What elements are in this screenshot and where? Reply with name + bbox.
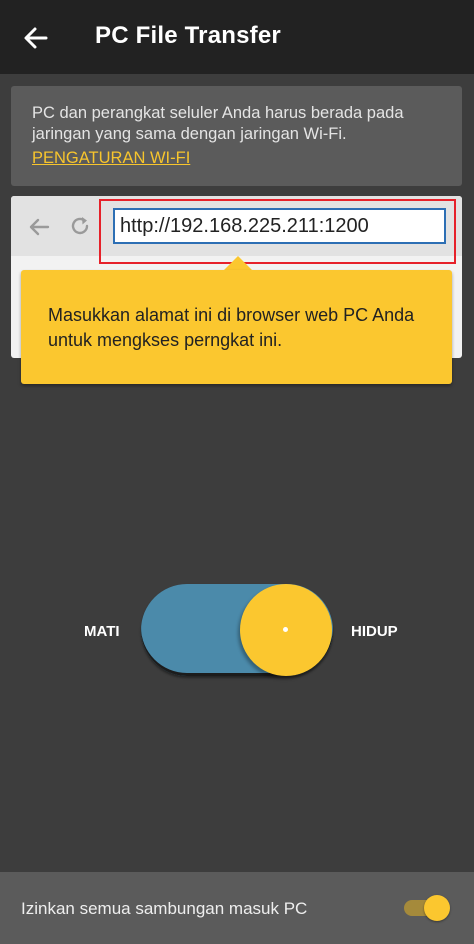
allow-connections-label: Izinkan semua sambungan masuk PC [21, 899, 308, 918]
page-title: PC File Transfer [95, 22, 281, 49]
url-highlight-frame [99, 199, 456, 264]
toggle-off-label: MATI [84, 623, 120, 640]
tooltip-arrow [223, 256, 253, 271]
browser-back-icon [29, 218, 50, 236]
wifi-info-card: PC dan perangkat seluler Anda harus bera… [11, 86, 462, 186]
switch-knob [424, 895, 450, 921]
tooltip-text: Masukkan alamat ini di browser web PC An… [48, 305, 415, 350]
toggle-on-label: HIDUP [351, 623, 398, 640]
wifi-settings-link[interactable]: PENGATURAN WI-FI [32, 149, 190, 168]
knob-dot [283, 627, 288, 632]
allow-connections-row: Izinkan semua sambungan masuk PC [0, 872, 474, 944]
back-arrow-icon[interactable] [20, 22, 52, 54]
instruction-tooltip: Masukkan alamat ini di browser web PC An… [21, 270, 452, 384]
transfer-toggle-knob[interactable] [240, 584, 332, 676]
browser-reload-icon [71, 217, 89, 235]
allow-connections-switch[interactable] [404, 895, 450, 921]
app-bar: PC File Transfer [0, 0, 474, 74]
wifi-info-message: PC dan perangkat seluler Anda harus bera… [32, 104, 404, 143]
